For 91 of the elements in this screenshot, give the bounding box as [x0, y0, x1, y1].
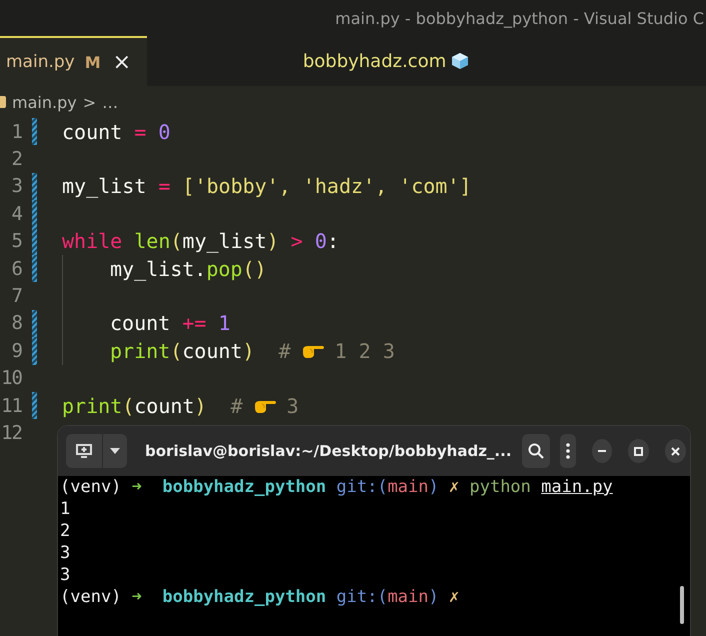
caret-icon: [110, 448, 120, 454]
code-token: ): [194, 394, 207, 418]
search-icon: [528, 443, 544, 459]
code-token: len: [134, 229, 170, 254]
code-token: 0: [158, 120, 170, 144]
code-token: (: [122, 394, 134, 418]
terminal-text: 1: [60, 499, 70, 519]
terminal-text: 2: [60, 521, 70, 541]
line-number: 8: [10, 312, 22, 334]
code-token: 3: [286, 394, 299, 418]
line-number: 10: [0, 367, 22, 390]
modified-indicator: M: [84, 52, 101, 72]
code-token: count: [134, 394, 194, 418]
terminal-text: git:(: [336, 587, 388, 607]
file-icon: [0, 96, 6, 108]
menu-button[interactable]: [560, 434, 576, 468]
code-token: 0: [314, 229, 327, 254]
minimize-button[interactable]: [592, 439, 612, 463]
terminal-text: main.py: [541, 477, 613, 497]
terminal-text: bobbyhadz_python: [162, 587, 328, 607]
close-button[interactable]: [664, 439, 686, 463]
code-token: ): [266, 229, 279, 254]
terminal-text: main: [388, 477, 429, 497]
code-token: =: [133, 120, 148, 144]
terminal-text: ): [428, 477, 440, 497]
terminal-text: main: [388, 587, 429, 607]
terminal-text: (venv): [60, 477, 122, 497]
minimize-icon: [598, 450, 606, 452]
breadcrumb-separator: >: [82, 92, 96, 112]
search-button[interactable]: [522, 434, 550, 468]
line-number: 12: [0, 422, 22, 444]
close-button[interactable]: ×: [110, 50, 134, 74]
line-number: 4: [10, 202, 22, 225]
code-token: (: [170, 229, 182, 254]
code-token: ['bobby', 'hadz', 'com']: [182, 174, 472, 198]
code-token: my_list: [62, 174, 146, 198]
code-token: =: [157, 174, 172, 198]
ice-cube-icon: [450, 51, 470, 71]
line-number: 7: [10, 285, 22, 308]
code-token: +=: [181, 311, 208, 336]
line-number: 11: [0, 394, 22, 417]
code-token: count: [62, 120, 122, 144]
code-token: (: [170, 338, 182, 363]
terminal-text: (venv): [60, 587, 122, 607]
terminal-text: ➜: [132, 587, 143, 607]
terminal-text: ➜: [132, 477, 143, 497]
code-token: 1: [218, 311, 230, 336]
code-token: :: [326, 229, 339, 254]
editor-tab[interactable]: main.py M ×: [0, 36, 148, 86]
scrollbar[interactable]: [680, 586, 684, 624]
banner-text: bobbyhadz.com: [302, 50, 446, 72]
code-token: #: [278, 338, 291, 363]
close-icon: [670, 446, 680, 456]
window-title: main.py - bobbyhadz_python - Visual Studio C: [335, 8, 705, 28]
code-token: ): [242, 338, 255, 363]
dropdown-button[interactable]: [103, 434, 127, 468]
maximize-button[interactable]: [628, 439, 649, 463]
terminal-text: python: [469, 477, 532, 497]
code-token: count: [182, 338, 242, 363]
breadcrumb-item[interactable]: …: [102, 92, 118, 112]
terminal-text: 3: [60, 543, 70, 563]
maximize-icon: [634, 446, 643, 456]
line-number: 5: [10, 230, 22, 252]
line-number: 2: [10, 148, 22, 170]
new-tab-button[interactable]: [66, 434, 102, 468]
code-token: (): [242, 256, 267, 281]
terminal-text: 3: [60, 565, 70, 585]
code-token: >: [290, 229, 304, 254]
tab-label: main.py: [6, 52, 75, 72]
breadcrumb-item[interactable]: main.py: [12, 92, 77, 112]
terminal-text: ): [428, 587, 440, 607]
new-tab-icon: [76, 444, 92, 458]
line-number: 1: [10, 120, 22, 143]
menu-icon: [566, 443, 570, 459]
code-token: count: [110, 311, 170, 336]
code-token: my_list.: [110, 256, 206, 281]
line-number: 9: [10, 340, 22, 362]
line-number: 6: [10, 258, 22, 280]
code-token: print: [110, 338, 170, 363]
line-number: 3: [10, 175, 22, 198]
code-token: print: [62, 394, 122, 418]
code-token: 1 2 3: [334, 338, 395, 363]
terminal-text: bobbyhadz_python: [162, 477, 328, 497]
code-token: #: [230, 394, 243, 418]
terminal-text: ✗: [449, 477, 460, 497]
code-token: my_list: [182, 229, 267, 254]
code-token: pop: [206, 256, 242, 281]
code-token: while: [62, 229, 124, 254]
terminal-text: git:(: [336, 477, 388, 497]
terminal-title: borislav@borislav:~/Desktop/bobbyhadz_...: [144, 442, 512, 460]
terminal-text: ✗: [449, 587, 460, 607]
